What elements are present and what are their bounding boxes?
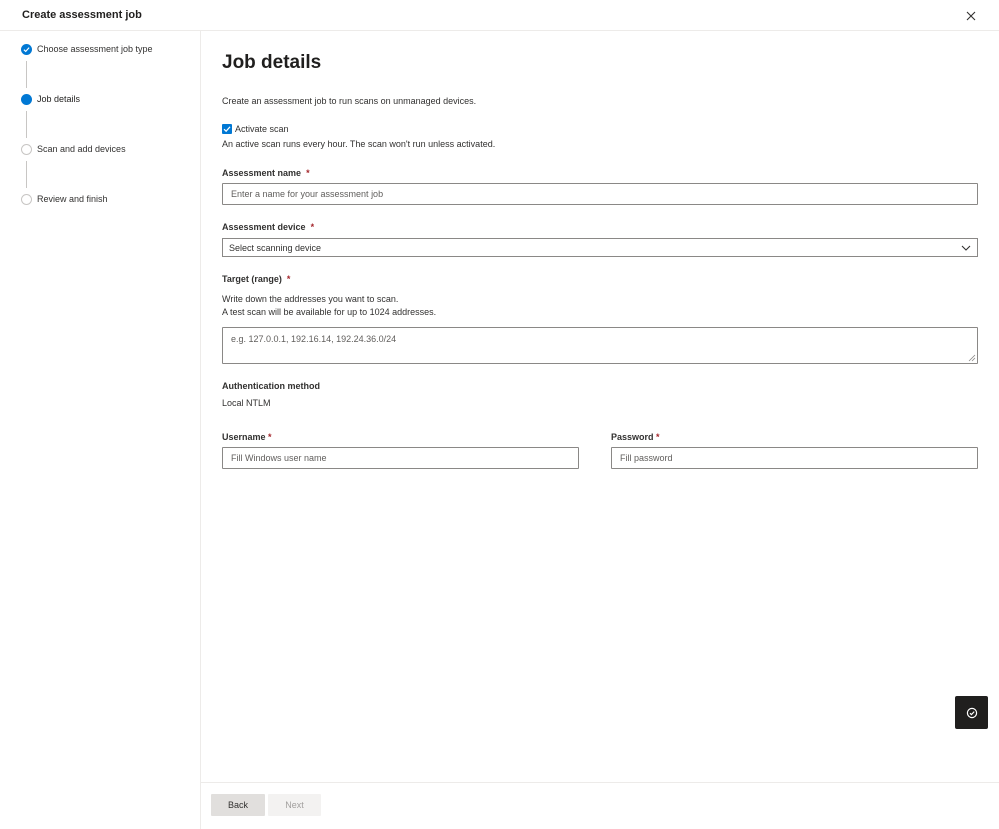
step-job-details[interactable]: Job details: [21, 92, 80, 106]
step-connector: [26, 111, 27, 138]
target-range-label: Target (range) *: [222, 274, 291, 284]
target-range-textarea[interactable]: [222, 327, 978, 364]
step-connector: [26, 61, 27, 88]
step-label: Job details: [37, 94, 81, 104]
step-label: Scan and add devices: [37, 144, 126, 154]
chevron-down-icon: [961, 245, 971, 251]
username-input[interactable]: [222, 447, 579, 469]
username-label: Username *: [222, 432, 272, 442]
activate-scan-checkbox[interactable]: [222, 124, 232, 134]
step-label: Choose assessment job type: [37, 44, 153, 54]
assessment-name-label: Assessment name *: [222, 168, 310, 178]
step-pending-icon: [21, 143, 32, 155]
target-help-line1: Write down the addresses you want to sca…: [222, 294, 399, 304]
step-choose-type[interactable]: Choose assessment job type: [21, 42, 153, 56]
resize-grip-icon[interactable]: [968, 354, 976, 362]
intro-text: Create an assessment job to run scans on…: [222, 96, 477, 106]
feedback-icon: [966, 707, 977, 718]
assessment-device-select[interactable]: Select scanning device: [222, 238, 978, 257]
panel-header: Create assessment job: [0, 0, 999, 31]
assessment-name-input[interactable]: [222, 183, 978, 205]
step-current-icon: [21, 93, 32, 105]
panel-title: Create assessment job: [22, 9, 142, 21]
close-button[interactable]: [963, 8, 979, 24]
step-scan-devices[interactable]: Scan and add devices: [21, 142, 126, 156]
step-connector: [26, 161, 27, 188]
target-help-line2: A test scan will be available for up to …: [222, 307, 437, 317]
close-icon: [966, 11, 976, 21]
next-button[interactable]: Next: [268, 794, 321, 816]
auth-method-value: Local NTLM: [222, 398, 271, 408]
activate-scan-help: An active scan runs every hour. The scan…: [222, 139, 496, 149]
page-title: Job details: [222, 52, 322, 73]
feedback-button[interactable]: [955, 696, 988, 729]
back-button[interactable]: Back: [211, 794, 265, 816]
password-label: Password *: [611, 432, 660, 442]
step-review[interactable]: Review and finish: [21, 192, 108, 206]
assessment-device-label: Assessment device *: [222, 222, 315, 232]
step-complete-icon: [21, 43, 32, 55]
password-input[interactable]: [611, 447, 978, 469]
checkmark-icon: [223, 126, 231, 133]
activate-scan-label[interactable]: Activate scan: [235, 124, 289, 134]
auth-method-label: Authentication method: [222, 381, 320, 391]
assessment-device-value: Select scanning device: [229, 242, 322, 253]
step-label: Review and finish: [37, 194, 108, 204]
step-pending-icon: [21, 193, 32, 205]
